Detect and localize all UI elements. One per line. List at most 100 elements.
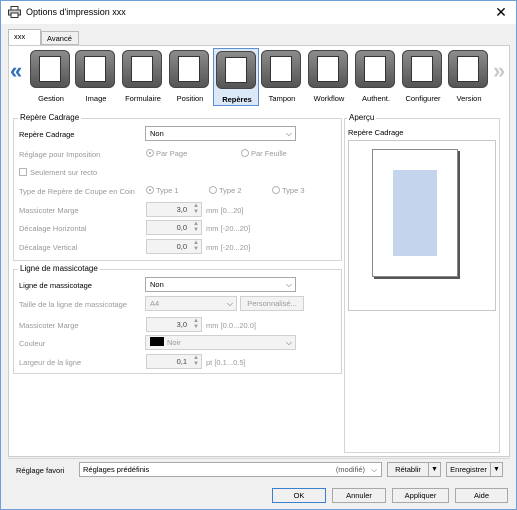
ribbon-item-image[interactable]: Image bbox=[73, 48, 119, 106]
ribbon-item-formulaire[interactable]: Formulaire bbox=[120, 48, 166, 106]
largeur-stepper[interactable]: 0,1 ▲ ▼ bbox=[146, 354, 202, 369]
ribbon-item-version[interactable]: Version bbox=[446, 48, 492, 106]
decalage-v-value: 0,0 bbox=[176, 242, 187, 251]
spin-arrows-icon: ▲ ▼ bbox=[193, 221, 199, 233]
radio-icon bbox=[241, 149, 249, 157]
ribbon-item-workflow[interactable]: Workflow bbox=[306, 48, 352, 106]
version-icon bbox=[448, 50, 488, 88]
spin-arrows-icon: ▲ ▼ bbox=[193, 203, 199, 215]
annuler-button[interactable]: Annuler bbox=[332, 488, 386, 503]
spin-arrows-icon: ▲ ▼ bbox=[193, 318, 199, 330]
decalage-v-unit: mm [-20...20] bbox=[206, 243, 251, 252]
spin-arrows-icon: ▲ ▼ bbox=[193, 240, 199, 252]
chevron-down-icon: ⌵ bbox=[285, 129, 292, 138]
icon-glyph bbox=[178, 56, 200, 82]
marge-unit: mm [0...20] bbox=[206, 206, 244, 215]
par-page-radio[interactable]: Par Page bbox=[146, 149, 187, 158]
close-icon[interactable]: ✕ bbox=[490, 2, 512, 22]
enregistrer-button[interactable]: Enregistrer ▼ bbox=[446, 462, 503, 477]
icon-glyph bbox=[39, 56, 61, 82]
icon-glyph bbox=[270, 56, 292, 82]
ligne-select[interactable]: Non ⌵ bbox=[145, 277, 296, 292]
couleur-value: Noir bbox=[167, 338, 181, 347]
appliquer-button[interactable]: Appliquer bbox=[392, 488, 449, 503]
decalage-h-value: 0,0 bbox=[176, 223, 187, 232]
type1-radio[interactable]: Type 1 bbox=[146, 186, 179, 195]
par-feuille-label: Par Feuille bbox=[251, 149, 287, 158]
type2-radio[interactable]: Type 2 bbox=[209, 186, 242, 195]
chevron-down-icon: ⌵ bbox=[226, 299, 233, 308]
printer-icon bbox=[8, 6, 21, 18]
type3-radio[interactable]: Type 3 bbox=[272, 186, 305, 195]
par-feuille-radio[interactable]: Par Feuille bbox=[241, 149, 287, 158]
tampon-icon bbox=[261, 50, 301, 88]
decalage-v-stepper[interactable]: 0,0 ▲ ▼ bbox=[146, 239, 202, 254]
ligne-marge-label: Massicoter Marge bbox=[19, 321, 79, 330]
retablir-label: Rétablir bbox=[395, 465, 421, 474]
icon-glyph bbox=[317, 56, 339, 82]
seulement-recto-label: Seulement sur recto bbox=[30, 168, 98, 177]
taille-value: A4 bbox=[150, 299, 160, 308]
spin-arrows-icon: ▲ ▼ bbox=[193, 355, 199, 367]
decalage-h-stepper[interactable]: 0,0 ▲ ▼ bbox=[146, 220, 202, 235]
taille-label: Taille de la ligne de massicotage bbox=[19, 300, 127, 309]
ligne-value: Non bbox=[150, 280, 164, 289]
preview-area bbox=[348, 140, 496, 311]
ribbon-item-tampon[interactable]: Tampon bbox=[259, 48, 305, 106]
radio-icon bbox=[209, 186, 217, 194]
retablir-button[interactable]: Rétablir ▼ bbox=[387, 462, 441, 477]
favori-state: (modifié) bbox=[335, 465, 365, 474]
marge-label: Massicoter Marge bbox=[19, 206, 79, 215]
couleur-label: Couleur bbox=[19, 339, 46, 348]
print-options-dialog: Options d'impression xxx ✕ xxx Avancé « … bbox=[0, 0, 517, 510]
ribbon-item-authent[interactable]: Authent. bbox=[353, 48, 399, 106]
couleur-select[interactable]: Noir ⌵ bbox=[145, 335, 296, 350]
ligne-marge-unit: mm [0.0...20.0] bbox=[206, 321, 257, 330]
largeur-value: 0,1 bbox=[176, 357, 187, 366]
chevron-down-icon: ⌵ bbox=[285, 338, 292, 347]
ribbon-scroll-left-icon[interactable]: « bbox=[10, 60, 22, 82]
decalage-h-label: Décalage Horizontal bbox=[19, 224, 87, 233]
ribbon-scroll-right-icon[interactable]: » bbox=[493, 60, 505, 82]
favori-label: Réglage favori bbox=[16, 466, 65, 475]
repere-section-title: Repère Cadrage bbox=[18, 113, 82, 122]
taille-select[interactable]: A4 ⌵ bbox=[145, 296, 237, 311]
repere-cadrage-value: Non bbox=[150, 129, 164, 138]
coin-type-label: Type de Repère de Coupe en Coin bbox=[19, 187, 135, 196]
ligne-section-title: Ligne de massicotage bbox=[18, 264, 100, 273]
preview-content-area bbox=[393, 170, 437, 256]
marge-stepper[interactable]: 3,0 ▲ ▼ bbox=[146, 202, 202, 217]
tab-xxx[interactable]: xxx bbox=[8, 29, 41, 46]
title-bar: Options d'impression xxx ✕ bbox=[1, 1, 516, 24]
type2-label: Type 2 bbox=[219, 186, 242, 195]
ok-button[interactable]: OK bbox=[272, 488, 326, 503]
aide-button[interactable]: Aide bbox=[455, 488, 508, 503]
favori-select[interactable]: Réglages prédéfinis (modifié) ⌵ bbox=[79, 462, 382, 477]
gestion-icon bbox=[30, 50, 70, 88]
ligne-marge-stepper[interactable]: 3,0 ▲ ▼ bbox=[146, 317, 202, 332]
radio-icon bbox=[272, 186, 280, 194]
personnalise-button[interactable]: Personnalisé... bbox=[240, 296, 304, 311]
favori-value: Réglages prédéfinis bbox=[83, 465, 150, 474]
icon-glyph bbox=[364, 56, 386, 82]
imposition-label: Réglage pour Imposition bbox=[19, 150, 101, 159]
repere-cadrage-select[interactable]: Non ⌵ bbox=[145, 126, 296, 141]
ribbon-item-position[interactable]: Position bbox=[167, 48, 213, 106]
dropdown-arrow-icon[interactable]: ▼ bbox=[490, 463, 502, 476]
formulaire-icon bbox=[122, 50, 162, 88]
type1-label: Type 1 bbox=[156, 186, 179, 195]
icon-glyph bbox=[457, 56, 479, 82]
tab-avance[interactable]: Avancé bbox=[41, 31, 79, 45]
position-icon bbox=[169, 50, 209, 88]
checkbox-icon bbox=[19, 168, 27, 176]
repere-cadrage-label: Repère Cadrage bbox=[19, 130, 75, 139]
ligne-marge-value: 3,0 bbox=[176, 320, 187, 329]
type3-label: Type 3 bbox=[282, 186, 305, 195]
icon-glyph bbox=[411, 56, 433, 82]
ligne-label: Ligne de massicotage bbox=[19, 281, 92, 290]
decalage-v-label: Décalage Vertical bbox=[19, 243, 78, 252]
icon-glyph bbox=[225, 57, 247, 83]
dropdown-arrow-icon[interactable]: ▼ bbox=[428, 463, 440, 476]
seulement-recto-checkbox[interactable]: Seulement sur recto bbox=[19, 168, 97, 177]
par-page-label: Par Page bbox=[156, 149, 188, 158]
